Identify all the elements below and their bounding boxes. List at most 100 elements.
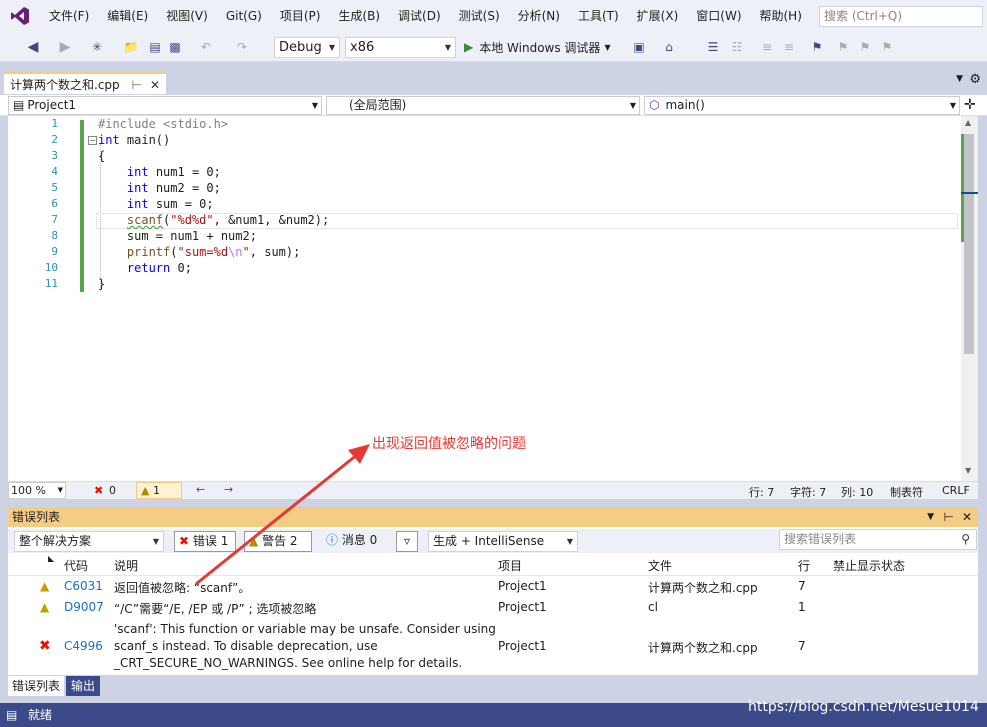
- error-list-titlebar: 错误列表 ▼ ⊢ ✕: [8, 507, 978, 527]
- close-icon[interactable]: ✕: [962, 507, 972, 527]
- tab-title: 计算两个数之和.cpp: [10, 78, 120, 92]
- menu-file[interactable]: 文件(F): [40, 0, 98, 32]
- line-number: 5: [51, 181, 58, 194]
- close-icon[interactable]: ✕: [150, 74, 160, 96]
- menu-tools[interactable]: 工具(T): [569, 0, 628, 32]
- column-project[interactable]: 项目: [498, 557, 522, 574]
- settings-icon[interactable]: ⚙: [969, 72, 981, 87]
- scroll-down-icon[interactable]: ▼: [965, 466, 971, 475]
- bookmark-icon[interactable]: ⚑: [808, 37, 826, 57]
- warnings-filter-label: 警告 2: [262, 534, 298, 548]
- back-icon[interactable]: ◀: [22, 37, 44, 57]
- error-count[interactable]: 0: [109, 484, 116, 497]
- errors-filter-button[interactable]: ✖ 错误 1: [174, 531, 236, 552]
- config-select[interactable]: Debug ▼: [274, 37, 340, 58]
- undo-icon[interactable]: ↶: [196, 37, 216, 57]
- menu-git[interactable]: Git(G): [217, 0, 271, 32]
- error-list-toolbar: 整个解决方案 ▼ ✖ 错误 1 ▲ 警告 2 ⓘ 消息 0 ▿ 生成 + Inte…: [8, 529, 978, 553]
- prev-bookmark-icon[interactable]: ⚑: [834, 37, 852, 57]
- clear-bookmarks-icon[interactable]: ⚑: [878, 37, 896, 57]
- tab-error-list[interactable]: 错误列表: [8, 676, 65, 696]
- save-icon[interactable]: ▤: [146, 37, 164, 57]
- split-icon[interactable]: ✛: [964, 97, 976, 113]
- menu-extensions[interactable]: 扩展(X): [628, 0, 688, 32]
- scroll-thumb[interactable]: [964, 134, 974, 354]
- home-icon[interactable]: ⌂: [658, 37, 680, 57]
- menu-edit[interactable]: 编辑(E): [98, 0, 157, 32]
- error-line: 7: [798, 639, 806, 653]
- tab-output[interactable]: 输出: [66, 676, 101, 696]
- menu-test[interactable]: 测试(S): [450, 0, 509, 32]
- line-number: 8: [51, 229, 58, 242]
- pin-icon[interactable]: ⊢: [132, 74, 142, 96]
- column-description[interactable]: 说明: [114, 557, 138, 574]
- error-icon: ✖: [94, 484, 104, 497]
- visual-studio-logo-icon[interactable]: [0, 0, 40, 32]
- column-file[interactable]: 文件: [648, 557, 672, 574]
- warnings-filter-button[interactable]: ▲ 警告 2: [244, 531, 312, 552]
- menu-debug[interactable]: 调试(D): [389, 0, 450, 32]
- messages-filter-button[interactable]: ⓘ 消息 0: [322, 531, 386, 552]
- column-line[interactable]: 行: [798, 557, 810, 574]
- menu-window[interactable]: 窗口(W): [687, 0, 750, 32]
- caret-marker: [961, 192, 978, 194]
- save-all-icon[interactable]: ▩: [166, 37, 184, 57]
- collapse-icon[interactable]: −: [88, 136, 97, 145]
- sort-icon[interactable]: ◣: [48, 554, 54, 563]
- solution-explorer-icon[interactable]: ☰: [704, 37, 722, 57]
- run-button[interactable]: ▶ 本地 Windows 调试器 ▼: [464, 37, 624, 57]
- search-input[interactable]: 搜索 (Ctrl+Q): [819, 6, 983, 27]
- open-folder-icon[interactable]: 📁: [120, 37, 142, 57]
- code-editor[interactable]: − 1 2 3 4 5 6 7 8 9 10 11 #include <stdi…: [8, 116, 961, 482]
- filter-icon[interactable]: ▿: [396, 531, 418, 552]
- vertical-scrollbar[interactable]: ▲ ▼: [961, 116, 978, 482]
- tab-document[interactable]: 计算两个数之和.cpp ⊢ ✕: [4, 72, 166, 94]
- errors-filter-label: 错误 1: [192, 534, 229, 548]
- uncomment-icon[interactable]: ≡: [780, 37, 798, 57]
- new-project-icon[interactable]: ✳: [86, 37, 108, 57]
- redo-icon[interactable]: ↷: [232, 37, 252, 57]
- scroll-up-icon[interactable]: ▲: [965, 118, 971, 127]
- error-code-link[interactable]: D9007: [64, 600, 104, 614]
- menu-analyze[interactable]: 分析(N): [509, 0, 569, 32]
- tab-overflow-icon[interactable]: ▼: [956, 74, 963, 84]
- warning-count-button[interactable]: ▲ 1: [136, 482, 182, 499]
- scope-filter-select[interactable]: 整个解决方案 ▼: [14, 531, 164, 552]
- comment-icon[interactable]: ≡: [758, 37, 776, 57]
- column-suppression[interactable]: 禁止显示状态: [833, 557, 905, 574]
- panel-menu-icon[interactable]: ▼: [927, 507, 934, 527]
- error-list-panel: 错误列表 ▼ ⊢ ✕ 整个解决方案 ▼ ✖ 错误 1 ▲ 警告 2 ⓘ 消息 0 …: [8, 507, 978, 675]
- column-code[interactable]: 代码: [64, 557, 88, 574]
- table-row[interactable]: ▲ C6031 返回值被忽略: “scanf”。 Project1 计算两个数之…: [8, 579, 978, 599]
- prev-issue-icon[interactable]: ←: [196, 483, 205, 496]
- table-row[interactable]: ▲ D9007 “/C”需要“/E, /EP 或 /P” ; 选项被忽略 Pro…: [8, 600, 978, 620]
- error-project: Project1: [498, 579, 547, 593]
- annotation-label: 出现返回值被忽略的问题: [372, 436, 526, 452]
- error-description: “/C”需要“/E, /EP 或 /P” ; 选项被忽略: [114, 602, 317, 616]
- error-code-link[interactable]: C4996: [64, 639, 103, 653]
- menu-build[interactable]: 生成(B): [329, 0, 389, 32]
- menu-help[interactable]: 帮助(H): [751, 0, 811, 32]
- project-select[interactable]: ▤ Project1 ▼: [8, 96, 322, 115]
- attach-icon[interactable]: ▣: [630, 37, 648, 57]
- error-file: 计算两个数之和.cpp: [648, 581, 758, 595]
- eol-indicator[interactable]: CRLF: [942, 484, 970, 497]
- table-row[interactable]: ✖ C4996 'scanf': This function or variab…: [8, 622, 978, 674]
- forward-icon[interactable]: ▶: [54, 37, 76, 57]
- next-issue-icon[interactable]: →: [224, 483, 233, 496]
- platform-select[interactable]: x86 ▼: [345, 37, 456, 58]
- search-icon: ⚲: [961, 532, 970, 546]
- function-select[interactable]: ⬡ main() ▼: [644, 96, 960, 115]
- next-bookmark-icon[interactable]: ⚑: [856, 37, 874, 57]
- column-indicator: 列: 10: [841, 486, 874, 499]
- menu-project[interactable]: 项目(P): [271, 0, 330, 32]
- format-icon[interactable]: ☷: [728, 37, 746, 57]
- menu-view[interactable]: 视图(V): [157, 0, 217, 32]
- zoom-select[interactable]: 100 % ▼: [8, 482, 66, 499]
- pin-icon[interactable]: ⊢: [944, 507, 954, 527]
- tabs-indicator[interactable]: 制表符: [890, 484, 923, 500]
- scope-select[interactable]: (全局范围) ▼: [326, 96, 640, 115]
- source-filter-select[interactable]: 生成 + IntelliSense ▼: [428, 531, 578, 552]
- error-code-link[interactable]: C6031: [64, 579, 103, 593]
- error-search-input[interactable]: 搜索错误列表 ⚲: [779, 529, 977, 550]
